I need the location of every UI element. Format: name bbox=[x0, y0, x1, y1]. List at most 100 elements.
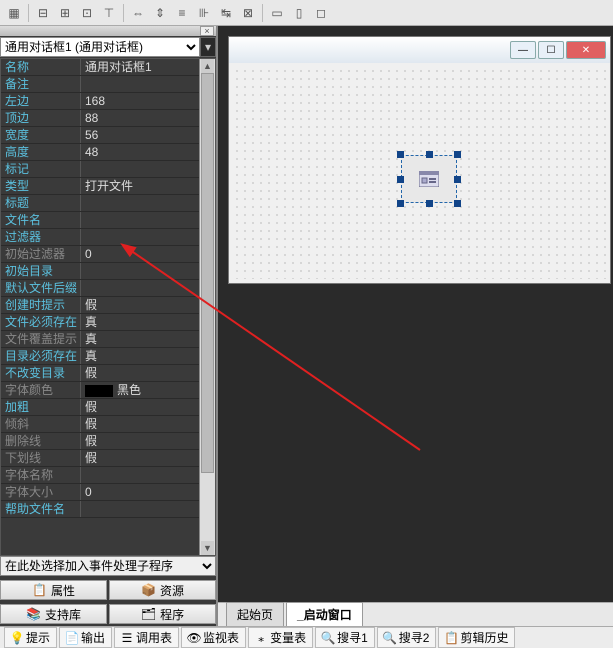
tab-order-icon[interactable]: ↹ bbox=[216, 3, 236, 23]
property-value[interactable] bbox=[81, 501, 215, 517]
property-value[interactable]: 48 bbox=[81, 144, 215, 160]
dist-v-icon[interactable]: ⇕ bbox=[150, 3, 170, 23]
form-window[interactable]: — ☐ ✕ bbox=[228, 36, 611, 284]
dist-h-icon[interactable]: ⇔ bbox=[128, 3, 148, 23]
scrollbar[interactable]: ▲ ▼ bbox=[199, 59, 215, 555]
common-dialog-icon[interactable] bbox=[401, 155, 457, 203]
property-row[interactable]: 过滤器 bbox=[1, 229, 215, 246]
lock-icon[interactable]: ⊠ bbox=[238, 3, 258, 23]
property-value[interactable]: 假 bbox=[81, 433, 215, 449]
property-value[interactable] bbox=[81, 161, 215, 177]
align-left-icon[interactable]: ⊟ bbox=[33, 3, 53, 23]
tab-startup-window[interactable]: _启动窗口 bbox=[286, 602, 363, 626]
property-row[interactable]: 左边168 bbox=[1, 93, 215, 110]
property-value[interactable]: 真 bbox=[81, 331, 215, 347]
property-row[interactable]: 标题 bbox=[1, 195, 215, 212]
property-value[interactable]: 打开文件 bbox=[81, 178, 215, 194]
box1-icon[interactable]: ▭ bbox=[267, 3, 287, 23]
property-value[interactable]: 假 bbox=[81, 365, 215, 381]
resize-handle[interactable] bbox=[454, 151, 461, 158]
property-row[interactable]: 初始过滤器0 bbox=[1, 246, 215, 263]
property-row[interactable]: 字体颜色黑色 bbox=[1, 382, 215, 399]
property-value[interactable]: 黑色 bbox=[81, 382, 215, 398]
property-row[interactable]: 顶边88 bbox=[1, 110, 215, 127]
property-row[interactable]: 加粗假 bbox=[1, 399, 215, 416]
property-row[interactable]: 名称通用对话框1 bbox=[1, 59, 215, 76]
property-value[interactable]: 通用对话框1 bbox=[81, 59, 215, 75]
form-body[interactable] bbox=[233, 67, 606, 279]
property-value[interactable] bbox=[81, 263, 215, 279]
resize-handle[interactable] bbox=[397, 151, 404, 158]
close-icon[interactable]: ✕ bbox=[566, 41, 606, 59]
minimize-icon[interactable]: — bbox=[510, 41, 536, 59]
tab-clip[interactable]: 📋剪辑历史 bbox=[438, 627, 515, 648]
component-selector-dropdown-icon[interactable]: ▾ bbox=[200, 37, 216, 57]
property-value[interactable] bbox=[81, 212, 215, 228]
property-row[interactable]: 创建时提示假 bbox=[1, 297, 215, 314]
tab-find2[interactable]: 🔍搜寻2 bbox=[377, 627, 437, 648]
box2-icon[interactable]: ▯ bbox=[289, 3, 309, 23]
property-value[interactable] bbox=[81, 195, 215, 211]
tab-vars[interactable]: ⁎变量表 bbox=[248, 627, 313, 648]
property-row[interactable]: 宽度56 bbox=[1, 127, 215, 144]
tab-output[interactable]: 📄输出 bbox=[59, 627, 112, 648]
property-value[interactable]: 假 bbox=[81, 297, 215, 313]
property-value[interactable] bbox=[81, 280, 215, 296]
property-value[interactable]: 56 bbox=[81, 127, 215, 143]
property-row[interactable]: 标记 bbox=[1, 161, 215, 178]
tab-calls[interactable]: ☰调用表 bbox=[114, 627, 179, 648]
scroll-thumb[interactable] bbox=[201, 73, 214, 473]
tab-start-page[interactable]: 起始页 bbox=[226, 602, 284, 626]
selected-control[interactable] bbox=[401, 155, 457, 203]
property-row[interactable]: 备注 bbox=[1, 76, 215, 93]
property-value[interactable]: 假 bbox=[81, 399, 215, 415]
resize-handle[interactable] bbox=[426, 151, 433, 158]
tab-tip[interactable]: 💡提示 bbox=[4, 627, 57, 648]
property-value[interactable] bbox=[81, 229, 215, 245]
resources-button[interactable]: 📦 资源 bbox=[109, 580, 216, 600]
property-row[interactable]: 文件覆盖提示真 bbox=[1, 331, 215, 348]
property-value[interactable] bbox=[81, 76, 215, 92]
program-button[interactable]: 🗂 程序 bbox=[109, 604, 216, 624]
same-width-icon[interactable]: ≡ bbox=[172, 3, 192, 23]
resize-handle[interactable] bbox=[454, 176, 461, 183]
property-value[interactable]: 假 bbox=[81, 450, 215, 466]
resize-handle[interactable] bbox=[426, 200, 433, 207]
property-row[interactable]: 不改变目录假 bbox=[1, 365, 215, 382]
property-row[interactable]: 字体大小0 bbox=[1, 484, 215, 501]
panel-close-icon[interactable]: × bbox=[200, 26, 214, 36]
property-row[interactable]: 下划线假 bbox=[1, 450, 215, 467]
maximize-icon[interactable]: ☐ bbox=[538, 41, 564, 59]
support-lib-button[interactable]: 📚 支持库 bbox=[0, 604, 107, 624]
scroll-up-icon[interactable]: ▲ bbox=[201, 59, 214, 73]
property-row[interactable]: 帮助文件名 bbox=[1, 501, 215, 518]
resize-handle[interactable] bbox=[397, 176, 404, 183]
tab-find1[interactable]: 🔍搜寻1 bbox=[315, 627, 375, 648]
property-value[interactable]: 假 bbox=[81, 416, 215, 432]
property-row[interactable]: 类型打开文件 bbox=[1, 178, 215, 195]
property-row[interactable]: 删除线假 bbox=[1, 433, 215, 450]
property-value[interactable]: 0 bbox=[81, 484, 215, 500]
property-row[interactable]: 字体名称 bbox=[1, 467, 215, 484]
property-row[interactable]: 高度48 bbox=[1, 144, 215, 161]
box3-icon[interactable]: ◻ bbox=[311, 3, 331, 23]
align-top-icon[interactable]: ⊤ bbox=[99, 3, 119, 23]
property-value[interactable]: 真 bbox=[81, 348, 215, 364]
property-row[interactable]: 文件必须存在真 bbox=[1, 314, 215, 331]
property-value[interactable]: 168 bbox=[81, 93, 215, 109]
resize-handle[interactable] bbox=[397, 200, 404, 207]
property-row[interactable]: 倾斜假 bbox=[1, 416, 215, 433]
property-value[interactable]: 88 bbox=[81, 110, 215, 126]
resize-handle[interactable] bbox=[454, 200, 461, 207]
align-center-icon[interactable]: ⊞ bbox=[55, 3, 75, 23]
property-value[interactable] bbox=[81, 467, 215, 483]
property-row[interactable]: 目录必须存在真 bbox=[1, 348, 215, 365]
property-row[interactable]: 文件名 bbox=[1, 212, 215, 229]
tab-watch[interactable]: 👁监视表 bbox=[181, 627, 246, 648]
scroll-down-icon[interactable]: ▼ bbox=[201, 541, 214, 555]
component-selector[interactable]: 通用对话框1 (通用对话框) bbox=[0, 37, 200, 57]
same-height-icon[interactable]: ⊪ bbox=[194, 3, 214, 23]
property-row[interactable]: 默认文件后缀 bbox=[1, 280, 215, 297]
property-row[interactable]: 初始目录 bbox=[1, 263, 215, 280]
properties-button[interactable]: 📋 属性 bbox=[0, 580, 107, 600]
